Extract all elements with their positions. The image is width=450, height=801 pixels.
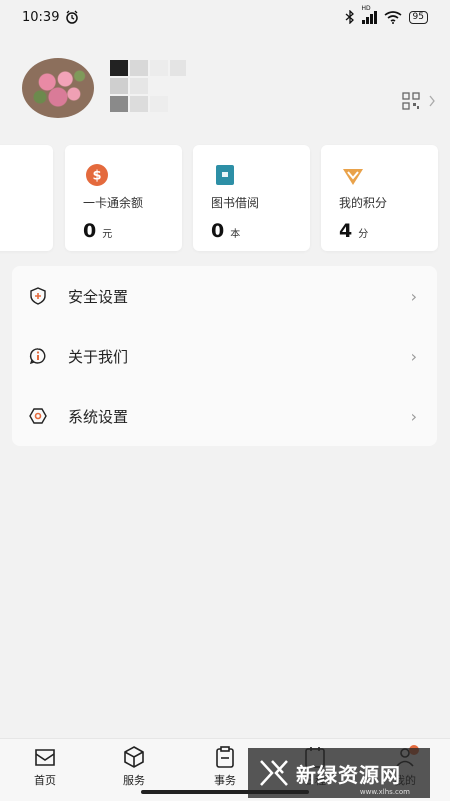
card-value: 4 [339,220,353,242]
chevron-right-icon [429,95,435,107]
chevron-right-icon: › [410,286,417,306]
network-type: HD [361,4,371,12]
menu-label: 系统设置 [68,407,129,426]
card-value-row: 0 本 [211,220,240,242]
settings-icon [29,408,47,424]
username-blurred [108,58,188,118]
tab-home[interactable]: 首页 [15,745,75,789]
status-bar: 10:39 HD 95 [0,0,450,34]
card-unit: 分 [358,229,369,240]
card-label: 一卡通余额 [83,196,144,210]
status-time: 10:39 [22,9,60,25]
dollar-icon: $ [86,164,108,186]
watermark-text: 新绿资源网 [296,762,401,787]
cube-icon [124,746,144,768]
book-icon [216,165,234,185]
shield-icon [30,287,46,305]
card-library[interactable]: 图书借阅 0 本 [193,145,310,251]
menu-label: 安全设置 [68,287,129,306]
watermark-url: www.xlhs.com [359,788,410,796]
chevron-right-icon: › [410,406,417,426]
qr-code-icon [402,92,420,110]
chevron-right-icon: › [410,346,417,366]
alarm-icon [66,10,79,24]
tab-service[interactable]: 服务 [104,745,164,789]
wifi-icon [384,10,402,24]
tab-label: 服务 [123,774,145,787]
tab-label: 事务 [214,774,236,787]
card-unit: 本 [230,229,241,240]
qr-code-button[interactable] [402,92,436,110]
bluetooth-icon [345,10,354,24]
tab-affairs[interactable]: 事务 [195,745,255,789]
card-label: 我的积分 [339,196,388,210]
card-value-row: 0 元 [83,220,112,242]
card-value-row: 4 分 [339,220,368,242]
card-label: 图书借阅 [211,196,260,210]
clipboard-icon [216,746,234,768]
battery-indicator: 95 [408,10,428,24]
card-value: 0 [83,220,97,242]
card-unit: 元 [102,229,113,240]
signal-icon: HD [361,5,377,24]
diamond-icon [343,169,363,185]
watermark-logo-icon [260,760,288,786]
profile-header [0,50,450,130]
card-partial[interactable] [0,145,53,251]
card-value: 0 [211,220,225,242]
card-points[interactable]: 我的积分 4 分 [321,145,438,251]
menu-item-system[interactable]: 系统设置 › [12,386,437,446]
menu-item-security[interactable]: 安全设置 › [12,266,437,326]
svg-text:$: $ [92,169,101,184]
settings-menu: 安全设置 › 关于我们 › 系统设置 › [12,266,437,446]
menu-label: 关于我们 [68,347,129,366]
stats-cards: $ 一卡通余额 0 元 图书借阅 0 本 我的积分 4 分 [0,145,450,251]
avatar[interactable] [22,58,94,118]
home-indicator[interactable] [141,790,309,794]
tab-label: 首页 [34,774,56,787]
home-icon [35,749,55,766]
card-balance[interactable]: $ 一卡通余额 0 元 [65,145,182,251]
info-icon [29,348,46,365]
menu-item-about[interactable]: 关于我们 › [12,326,437,386]
